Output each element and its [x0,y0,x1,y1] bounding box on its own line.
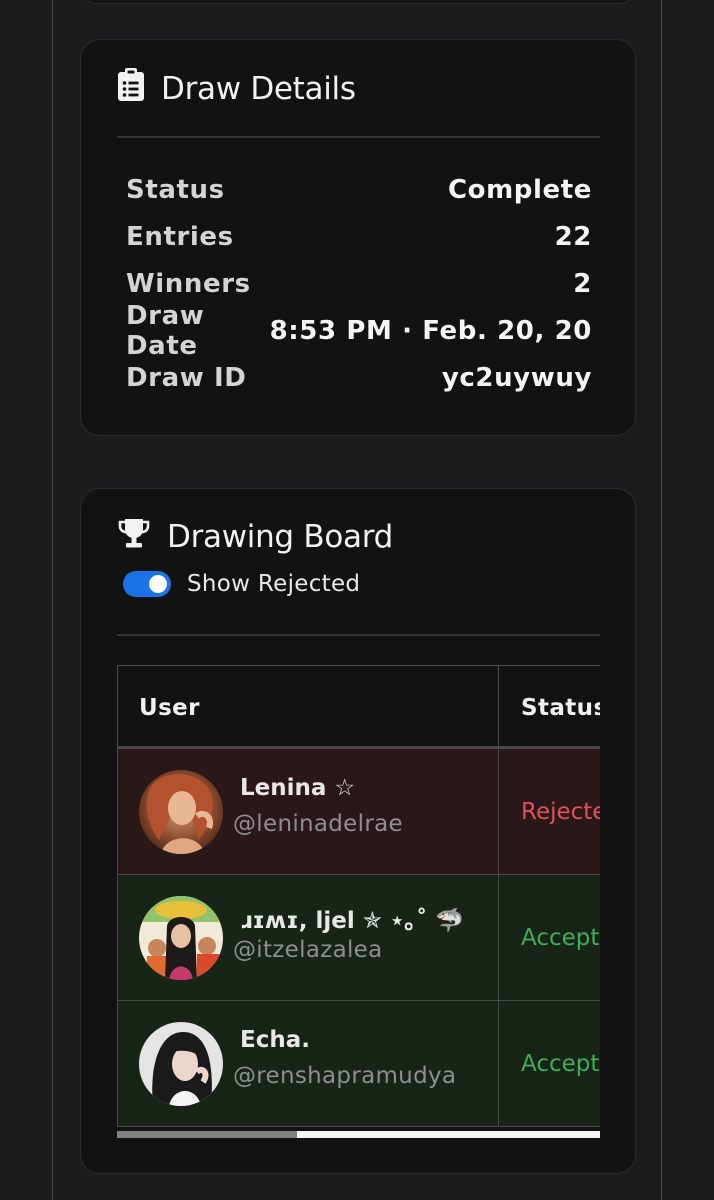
column-separator [498,666,499,746]
detail-value: 22 [554,221,592,252]
detail-row-status: Status Complete [126,166,592,213]
show-rejected-label: Show Rejected [187,571,361,597]
detail-label: Entries [126,221,234,252]
show-rejected-toggle-row: Show Rejected [123,571,360,597]
entry-status: Accepted [521,1051,600,1077]
user-display-name: ɹɪʍɪ, ljel ✯ ⋆｡˚ 🦈 [240,908,465,934]
detail-row-draw-id: Draw ID yc2uywuy [126,354,592,401]
detail-value: 2 [573,268,592,299]
divider [117,634,600,636]
user-handle[interactable]: @itzelazalea [233,937,383,963]
detail-label: Draw Date [126,300,205,361]
column-separator [498,875,499,1000]
drawing-board-header: Drawing Board [117,517,393,557]
horizontal-scrollbar[interactable] [117,1131,600,1138]
draw-details-title: Draw Details [161,71,356,107]
detail-row-entries: Entries 22 [126,213,592,260]
avatar [139,1022,223,1106]
column-separator [498,749,499,874]
detail-row-draw-date: Draw Date 8:53 PM · Feb. 20, 20 [126,301,592,361]
trophy-icon [117,517,167,557]
user-handle[interactable]: @leninadelrae [233,811,403,837]
user-display-name: Lenina ☆ [240,775,356,801]
drawing-board-title: Drawing Board [167,519,393,555]
column-header-user: User [139,695,200,721]
entry-status: Rejected [521,799,600,825]
detail-label: Winners [126,268,251,299]
show-rejected-toggle[interactable] [123,571,171,597]
avatar [139,770,223,854]
table-header: User Status [117,665,600,749]
draw-details-card: Draw Details Status Complete Entries 22 … [80,39,636,436]
toggle-knob [149,575,167,593]
entries-table[interactable]: User Status Lenina ☆ @leninadelrae Rejec… [117,665,600,1139]
table-row[interactable]: Echa. @renshapramudya Accepted [117,1001,600,1127]
user-display-name: Echa. [240,1027,310,1053]
detail-value: Complete [447,174,592,205]
divider [117,136,600,138]
draw-details-header: Draw Details [117,68,356,110]
entry-status: Accepted [521,925,600,951]
column-separator [498,1001,499,1126]
detail-label: Status [126,174,225,205]
drawing-board-card: Drawing Board Show Rejected User Status [80,488,636,1174]
detail-value: yc2uywuy [441,362,592,393]
detail-value: 8:53 PM · Feb. 20, 20 [269,315,592,346]
table-row[interactable]: ɹɪʍɪ, ljel ✯ ⋆｡˚ 🦈 @itzelazalea Accepted [117,875,600,1001]
previous-card [80,0,636,4]
detail-label: Draw ID [126,362,247,393]
scrollbar-thumb[interactable] [117,1131,297,1138]
table-row[interactable]: Lenina ☆ @leninadelrae Rejected [117,749,600,875]
user-handle[interactable]: @renshapramudya [233,1063,456,1089]
clipboard-list-icon [117,68,161,110]
column-header-status: Status [521,695,600,721]
avatar [139,896,223,980]
